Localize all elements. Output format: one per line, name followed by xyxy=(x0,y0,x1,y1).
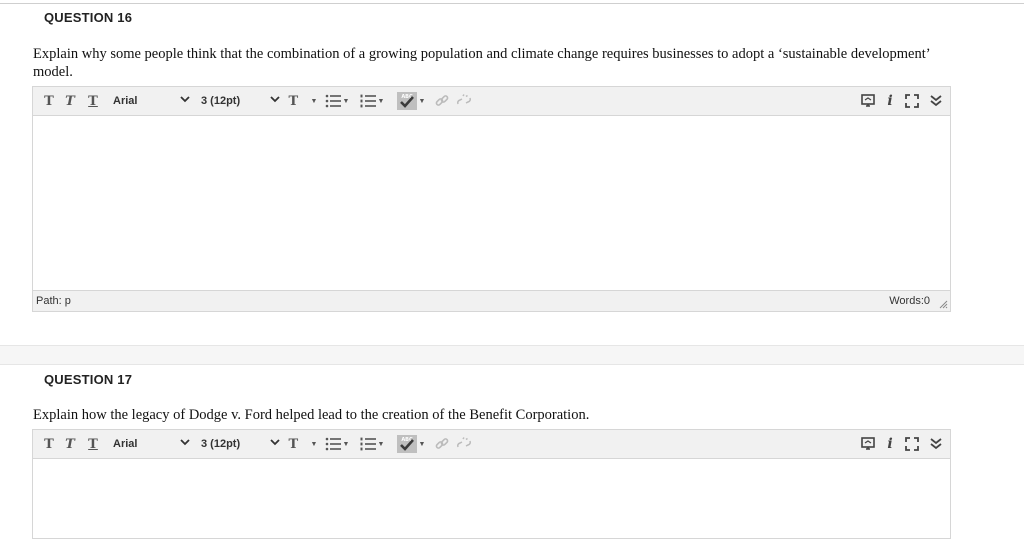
chevron-down-icon xyxy=(270,436,280,448)
expand-toolbar-icon xyxy=(930,94,942,108)
dropdown-arrow-icon: ▼ xyxy=(310,440,318,448)
link-icon xyxy=(435,437,449,451)
link-button[interactable] xyxy=(433,430,451,458)
fullscreen-button[interactable] xyxy=(903,430,921,458)
preview-button[interactable] xyxy=(859,87,877,115)
unlink-button[interactable] xyxy=(454,430,474,458)
ordered-list-icon xyxy=(360,437,376,451)
spellcheck-button[interactable]: ABC ▼ xyxy=(394,430,428,458)
preview-button[interactable] xyxy=(859,430,877,458)
ordered-list-button[interactable]: ▼ xyxy=(357,87,387,115)
question-16-editor: T T T Arial 3 (12pt) T ▼ ▼ ▼ ABC ▼ i Pat… xyxy=(32,86,951,312)
question-16-answer-textarea[interactable] xyxy=(33,116,950,290)
unlink-button[interactable] xyxy=(454,87,474,115)
font-family-select[interactable]: Arial xyxy=(110,434,190,454)
word-count: Words:0 xyxy=(889,295,930,307)
resize-handle-icon[interactable] xyxy=(938,299,948,309)
spellcheck-button[interactable]: ABC ▼ xyxy=(394,87,428,115)
text-color-button[interactable]: T ▼ xyxy=(287,87,319,115)
font-size-value: 3 (12pt) xyxy=(201,95,241,107)
unordered-list-icon xyxy=(325,437,341,451)
font-size-select[interactable]: 3 (12pt) xyxy=(198,91,280,111)
editor-toolbar: T T T Arial 3 (12pt) T ▼ ▼ ▼ ABC ▼ i xyxy=(33,430,950,459)
link-icon xyxy=(435,94,449,108)
info-icon[interactable]: i xyxy=(883,430,897,458)
question-17-editor: T T T Arial 3 (12pt) T ▼ ▼ ▼ ABC ▼ i xyxy=(32,429,951,539)
expand-toolbar-button[interactable] xyxy=(927,87,945,115)
fullscreen-icon xyxy=(905,94,919,108)
chevron-down-icon xyxy=(180,436,190,448)
expand-toolbar-button[interactable] xyxy=(927,430,945,458)
dropdown-arrow-icon: ▼ xyxy=(342,440,350,448)
ordered-list-button[interactable]: ▼ xyxy=(357,430,387,458)
editor-statusbar: Path: p Words:0 xyxy=(33,290,950,311)
ordered-list-icon xyxy=(360,94,376,108)
spellcheck-icon: ABC xyxy=(396,92,417,110)
italic-icon[interactable]: T xyxy=(60,430,80,458)
preview-icon xyxy=(861,437,875,451)
question-17-title: QUESTION 17 xyxy=(44,372,133,387)
dropdown-arrow-icon: ▼ xyxy=(418,97,426,105)
unordered-list-icon xyxy=(325,94,341,108)
unlink-icon xyxy=(456,94,472,108)
underline-icon[interactable]: T xyxy=(83,430,103,458)
question-separator xyxy=(0,345,1024,365)
font-size-select[interactable]: 3 (12pt) xyxy=(198,434,280,454)
question-17-prompt: Explain how the legacy of Dodge v. Ford … xyxy=(33,407,590,423)
font-family-select[interactable]: Arial xyxy=(110,91,190,111)
text-color-icon: T xyxy=(288,436,299,452)
chevron-down-icon xyxy=(180,93,190,105)
italic-icon[interactable]: T xyxy=(60,87,80,115)
text-color-button[interactable]: T ▼ xyxy=(287,430,319,458)
expand-toolbar-icon xyxy=(930,437,942,451)
chevron-down-icon xyxy=(270,93,280,105)
fullscreen-button[interactable] xyxy=(903,87,921,115)
info-icon[interactable]: i xyxy=(883,87,897,115)
bold-icon[interactable]: T xyxy=(39,430,59,458)
fullscreen-icon xyxy=(905,437,919,451)
question-16-divider xyxy=(0,3,1024,5)
dropdown-arrow-icon: ▼ xyxy=(377,440,385,448)
font-size-value: 3 (12pt) xyxy=(201,438,241,450)
link-button[interactable] xyxy=(433,87,451,115)
dropdown-arrow-icon: ▼ xyxy=(377,97,385,105)
font-family-value: Arial xyxy=(113,438,138,450)
underline-icon[interactable]: T xyxy=(83,87,103,115)
font-family-value: Arial xyxy=(113,95,138,107)
question-16-prompt: Explain why some people think that the c… xyxy=(33,46,930,80)
unordered-list-button[interactable]: ▼ xyxy=(322,430,352,458)
bold-icon[interactable]: T xyxy=(39,87,59,115)
path-indicator: Path: p xyxy=(36,295,71,307)
question-17-answer-textarea[interactable] xyxy=(33,459,950,539)
question-16-title: QUESTION 16 xyxy=(44,10,133,25)
dropdown-arrow-icon: ▼ xyxy=(418,440,426,448)
spellcheck-icon: ABC xyxy=(396,435,417,453)
dropdown-arrow-icon: ▼ xyxy=(342,97,350,105)
dropdown-arrow-icon: ▼ xyxy=(310,97,318,105)
unlink-icon xyxy=(456,437,472,451)
editor-toolbar: T T T Arial 3 (12pt) T ▼ ▼ ▼ ABC ▼ i xyxy=(33,87,950,116)
unordered-list-button[interactable]: ▼ xyxy=(322,87,352,115)
text-color-icon: T xyxy=(288,93,299,109)
preview-icon xyxy=(861,94,875,108)
